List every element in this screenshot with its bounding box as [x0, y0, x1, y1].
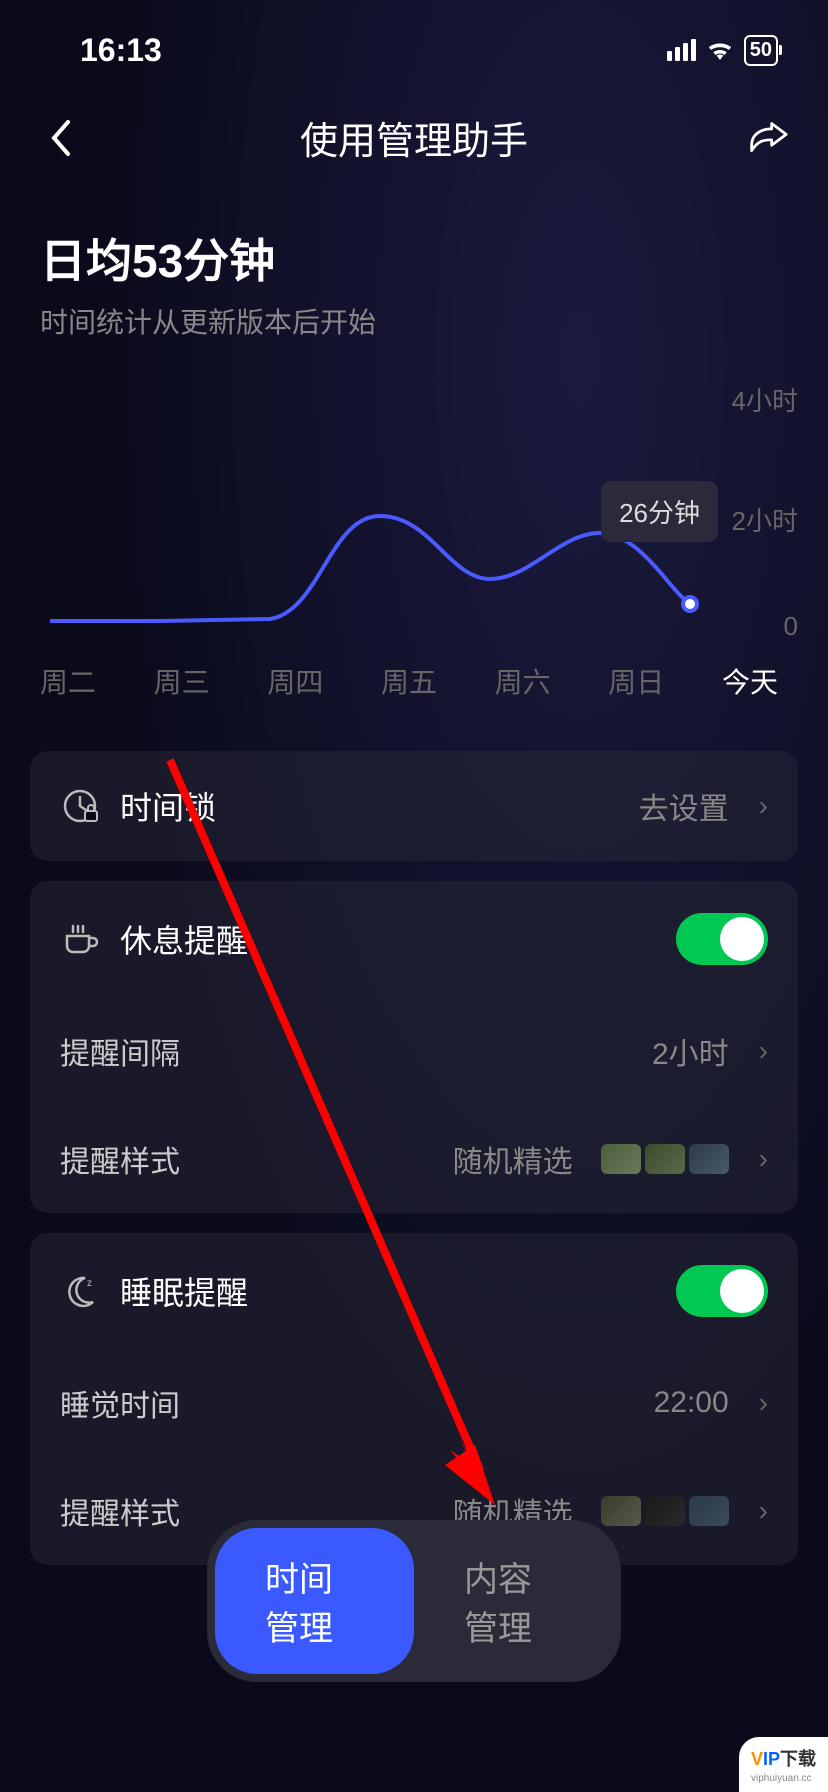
x-axis-label[interactable]: 周三: [154, 661, 210, 701]
y-axis-label: 4小时: [732, 381, 798, 418]
reminder-interval-row[interactable]: 提醒间隔 2小时 ›: [30, 997, 798, 1105]
time-lock-action: 去设置: [639, 784, 729, 828]
chevron-right-icon: ›: [759, 1035, 768, 1067]
wifi-icon: [706, 40, 734, 60]
watermark-url: viphuiyuan.cc: [751, 1773, 816, 1784]
y-axis-label: 2小时: [732, 501, 798, 538]
stats-section: 日均53分钟 时间统计从更新版本后开始: [0, 195, 828, 351]
chart-x-axis: 周二 周三 周四 周五 周六 周日 今天: [0, 641, 828, 731]
timer-lock-icon: [60, 786, 100, 826]
time-lock-row[interactable]: 时间锁 去设置 ›: [30, 751, 798, 861]
share-button[interactable]: [748, 118, 788, 158]
style-thumbnails: [601, 1496, 729, 1526]
rest-reminder-label: 休息提醒: [120, 916, 656, 962]
chevron-right-icon: ›: [759, 790, 768, 822]
x-axis-label[interactable]: 周四: [267, 661, 323, 701]
chevron-right-icon: ›: [759, 1143, 768, 1175]
x-axis-label[interactable]: 周五: [381, 661, 437, 701]
bottom-tab-bar: 时间管理 内容管理: [207, 1520, 621, 1682]
tab-time-management[interactable]: 时间管理: [215, 1528, 414, 1674]
style-thumbnails: [601, 1144, 729, 1174]
x-axis-label[interactable]: 周日: [608, 661, 664, 701]
watermark: VIP下载 viphuiyuan.cc: [739, 1737, 828, 1792]
sleep-reminder-toggle[interactable]: [676, 1265, 768, 1317]
reminder-style-value: 随机精选: [453, 1137, 573, 1181]
time-lock-card: 时间锁 去设置 ›: [30, 751, 798, 861]
status-time: 16:13: [80, 32, 162, 69]
sleep-time-label: 睡觉时间: [60, 1381, 634, 1425]
nav-bar: 使用管理助手: [0, 80, 828, 195]
stats-average-title: 日均53分钟: [40, 225, 788, 291]
rest-reminder-card: 休息提醒 提醒间隔 2小时 › 提醒样式 随机精选 ›: [30, 881, 798, 1213]
reminder-interval-label: 提醒间隔: [60, 1029, 632, 1073]
signal-icon: [667, 39, 696, 61]
chevron-right-icon: ›: [759, 1495, 768, 1527]
status-icons: 50: [667, 35, 778, 66]
x-axis-label[interactable]: 周二: [40, 661, 96, 701]
back-button[interactable]: [40, 118, 80, 158]
status-bar: 16:13 50: [0, 0, 828, 80]
y-axis-label: 0: [784, 611, 798, 642]
sleep-reminder-row: z 睡眠提醒: [30, 1233, 798, 1349]
stats-subtitle: 时间统计从更新版本后开始: [40, 301, 788, 341]
x-axis-label[interactable]: 周六: [495, 661, 551, 701]
svg-text:z: z: [87, 1278, 92, 1289]
rest-reminder-row: 休息提醒: [30, 881, 798, 997]
thumbnail: [601, 1496, 641, 1526]
chart-tooltip: 26分钟: [601, 481, 718, 542]
chevron-right-icon: ›: [759, 1387, 768, 1419]
thumbnail: [689, 1144, 729, 1174]
cup-icon: [60, 919, 100, 959]
thumbnail: [689, 1496, 729, 1526]
tab-content-management[interactable]: 内容管理: [414, 1528, 613, 1674]
thumbnail: [601, 1144, 641, 1174]
thumbnail: [645, 1144, 685, 1174]
x-axis-label-active[interactable]: 今天: [722, 661, 778, 701]
rest-reminder-toggle[interactable]: [676, 913, 768, 965]
sleep-reminder-card: z 睡眠提醒 睡觉时间 22:00 › 提醒样式 随机精选 ›: [30, 1233, 798, 1565]
usage-chart: 4小时 2小时 0 26分钟: [30, 381, 808, 641]
share-icon: [748, 120, 788, 156]
watermark-brand: VIP下载: [751, 1745, 816, 1771]
moon-icon: z: [60, 1271, 100, 1311]
chevron-left-icon: [48, 118, 72, 158]
reminder-style-row[interactable]: 提醒样式 随机精选 ›: [30, 1105, 798, 1213]
sleep-reminder-label: 睡眠提醒: [120, 1268, 656, 1314]
sleep-time-row[interactable]: 睡觉时间 22:00 ›: [30, 1349, 798, 1457]
battery-icon: 50: [744, 35, 778, 66]
thumbnail: [645, 1496, 685, 1526]
sleep-time-value: 22:00: [654, 1386, 729, 1420]
page-title: 使用管理助手: [300, 110, 528, 165]
reminder-interval-value: 2小时: [652, 1029, 729, 1073]
reminder-style-label: 提醒样式: [60, 1137, 433, 1181]
time-lock-label: 时间锁: [120, 783, 619, 829]
